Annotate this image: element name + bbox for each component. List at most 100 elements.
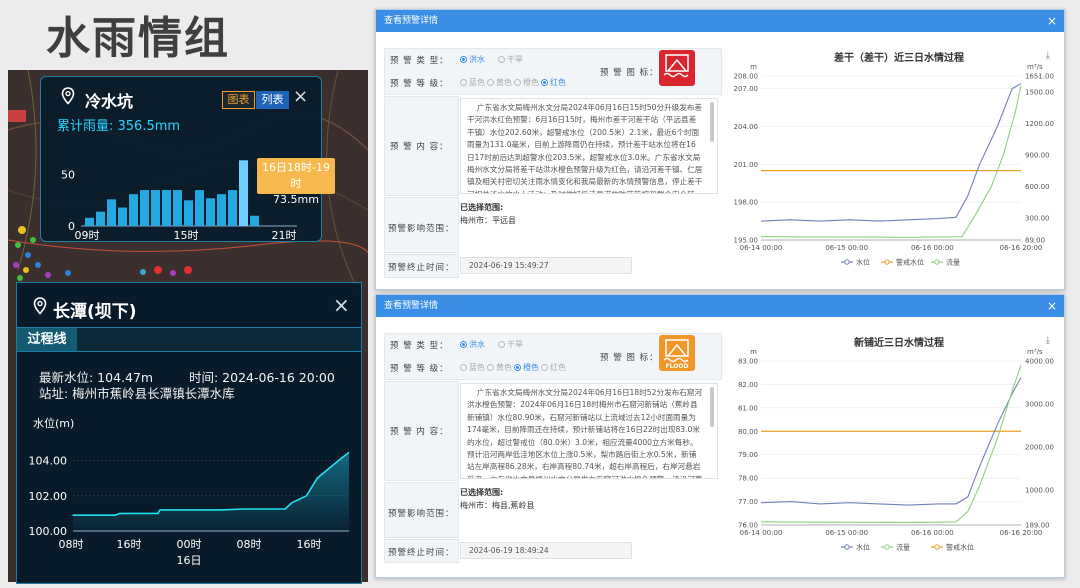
warning-content-text[interactable]: 广东省水文局梅州水文分局2024年06月16日15时50分升级发布差干河洪水红色… xyxy=(460,98,718,194)
station-popup-changtan: 长潭(坝下) × 过程线 最新水位: 104.47m 时间: 2024-06-1… xyxy=(16,282,362,584)
x-tick-label: 06-14 00:00 xyxy=(740,529,783,537)
rain-bar[interactable] xyxy=(173,190,182,226)
x-tick-label: 06-15 00:00 xyxy=(825,244,868,252)
rain-bar[interactable] xyxy=(151,190,160,226)
radio-type-0[interactable]: 洪水 xyxy=(460,339,485,350)
radio-label: 红色 xyxy=(550,363,566,372)
radio-level-1[interactable]: 黄色 xyxy=(487,77,512,88)
tab-bar: 过程线 xyxy=(17,327,361,352)
rain-bar[interactable] xyxy=(206,198,215,226)
legend-label: 警戒水位 xyxy=(896,258,924,267)
location-pin-icon xyxy=(61,87,75,105)
radio-label: 黄色 xyxy=(496,78,512,87)
rain-bar[interactable] xyxy=(129,194,138,226)
warning-content-text[interactable]: 广东省水文局梅州水文分局2024年06月16日18时52分发布石窟河洪水橙色预警… xyxy=(460,383,718,479)
x-tick-label: 08时 xyxy=(59,538,84,551)
rain-bar[interactable] xyxy=(195,190,204,226)
y-left-tick: 198.00 xyxy=(734,199,759,207)
rain-bar[interactable] xyxy=(239,160,248,226)
impact-area-label: 预警影响范围： xyxy=(388,509,455,519)
rain-bar[interactable] xyxy=(217,194,226,226)
radio-level-2[interactable]: 橙色 xyxy=(514,362,539,373)
rain-bar[interactable] xyxy=(250,215,259,226)
radio-icon xyxy=(514,364,521,371)
station-name: 长潭(坝下) xyxy=(53,302,137,322)
radio-type-1[interactable]: 干旱 xyxy=(498,54,523,65)
impact-area-title: 已选择范围: xyxy=(460,203,504,212)
rain-bar[interactable] xyxy=(228,190,237,226)
content-scrollbar[interactable] xyxy=(710,387,714,427)
close-icon[interactable]: × xyxy=(1047,295,1057,317)
rain-bar[interactable] xyxy=(162,190,171,226)
y-left-tick: 79.00 xyxy=(738,451,758,459)
radio-level-0[interactable]: 蓝色 xyxy=(460,362,485,373)
tab-process-line[interactable]: 过程线 xyxy=(17,328,77,351)
close-icon[interactable]: × xyxy=(333,293,350,317)
legend-label: 警戒水位 xyxy=(946,543,974,552)
warning-icon-label: 预 警 图 标： xyxy=(600,68,659,78)
radio-icon xyxy=(498,341,505,348)
radio-icon xyxy=(514,79,521,86)
x-tick-label: 06-16 00:00 xyxy=(911,244,954,252)
x-tick-label: 21时 xyxy=(272,229,297,242)
water-level-line[interactable] xyxy=(760,377,1022,506)
right-unit: m³/s xyxy=(1027,63,1043,71)
tooltip-value: 73.5mm xyxy=(273,193,319,206)
rain-bar[interactable] xyxy=(85,217,94,226)
radio-level-3[interactable]: 红色 xyxy=(541,77,566,88)
radio-icon xyxy=(487,79,494,86)
legend-label: 流量 xyxy=(896,543,910,552)
radio-icon xyxy=(460,364,467,371)
bar-tooltip: 16日18时-19时 73.5mm xyxy=(257,158,335,206)
radio-type-0[interactable]: 洪水 xyxy=(460,54,485,65)
download-icon[interactable]: ⤓ xyxy=(1046,50,1050,61)
x-tick-label: 16时 xyxy=(117,538,142,551)
flow-line[interactable] xyxy=(760,85,1022,238)
y-right-tick: 900.00 xyxy=(1025,151,1050,159)
radio-icon xyxy=(460,341,467,348)
y-left-tick: 81.00 xyxy=(738,404,758,412)
rain-bar[interactable] xyxy=(184,200,193,226)
close-icon[interactable]: × xyxy=(1047,10,1057,32)
y-tick-label: 104.00 xyxy=(29,455,68,468)
radio-label: 红色 xyxy=(550,78,566,87)
radio-level-1[interactable]: 黄色 xyxy=(487,362,512,373)
station-address: 站址: 梅州市蕉岭县长潭镇长潭水库 xyxy=(39,386,235,401)
close-icon[interactable]: × xyxy=(293,87,308,107)
end-time-input[interactable]: 2024-06-19 18:49:24 xyxy=(460,542,632,559)
legend-marker xyxy=(884,259,890,265)
chart-view-button[interactable]: 图表 xyxy=(222,91,255,109)
rain-bar[interactable] xyxy=(96,211,105,226)
y-right-tick: 3000.00 xyxy=(1025,401,1054,409)
flood-badge-icon xyxy=(663,54,689,78)
radio-label: 黄色 xyxy=(496,363,512,372)
radio-level-0[interactable]: 蓝色 xyxy=(460,77,485,88)
y-left-tick: 82.00 xyxy=(738,381,758,389)
end-time-label: 预警终止时间： xyxy=(388,548,455,558)
download-icon[interactable]: ⤓ xyxy=(1046,335,1050,346)
end-time-input[interactable]: 2024-06-19 15:49:27 xyxy=(460,257,632,274)
legend-label: 流量 xyxy=(946,258,960,267)
warning-detail-dialog-1: 查看预警详情 × 预 警 类 型： 洪水 干旱预 警 等 级： 蓝色 黄色 橙色 红色 预 警 图… xyxy=(375,9,1065,290)
x-tick-label: 06-16 20:00 xyxy=(1000,244,1043,252)
impact-area-title: 已选择范围: xyxy=(460,488,504,497)
rain-bar[interactable] xyxy=(107,199,116,226)
y-right-tick: 2000.00 xyxy=(1025,444,1054,452)
rain-bar[interactable] xyxy=(118,207,127,226)
radio-level-2[interactable]: 橙色 xyxy=(514,77,539,88)
y-left-tick: 80.00 xyxy=(738,428,758,436)
list-view-button[interactable]: 列表 xyxy=(256,91,289,109)
left-unit: m xyxy=(750,63,757,71)
water-level-line[interactable] xyxy=(760,83,1022,222)
flow-line[interactable] xyxy=(760,365,1022,523)
warning-type-label: 预 警 类 型： xyxy=(390,56,449,66)
rain-bar[interactable] xyxy=(140,190,149,226)
warning-type-label: 预 警 类 型： xyxy=(390,341,449,351)
station-popup-lengshuikeng: 冷水坑 累计雨量: 356.5mm 图表 列表 × 50 0 09时 15时 21时 1… xyxy=(40,76,335,242)
radio-type-1[interactable]: 干旱 xyxy=(498,339,523,350)
x-tick-label: 06-16 00:00 xyxy=(911,529,954,537)
y-right-tick: 1500.00 xyxy=(1025,88,1054,96)
radio-level-3[interactable]: 红色 xyxy=(541,362,566,373)
radio-icon xyxy=(498,56,505,63)
content-scrollbar[interactable] xyxy=(710,102,714,142)
